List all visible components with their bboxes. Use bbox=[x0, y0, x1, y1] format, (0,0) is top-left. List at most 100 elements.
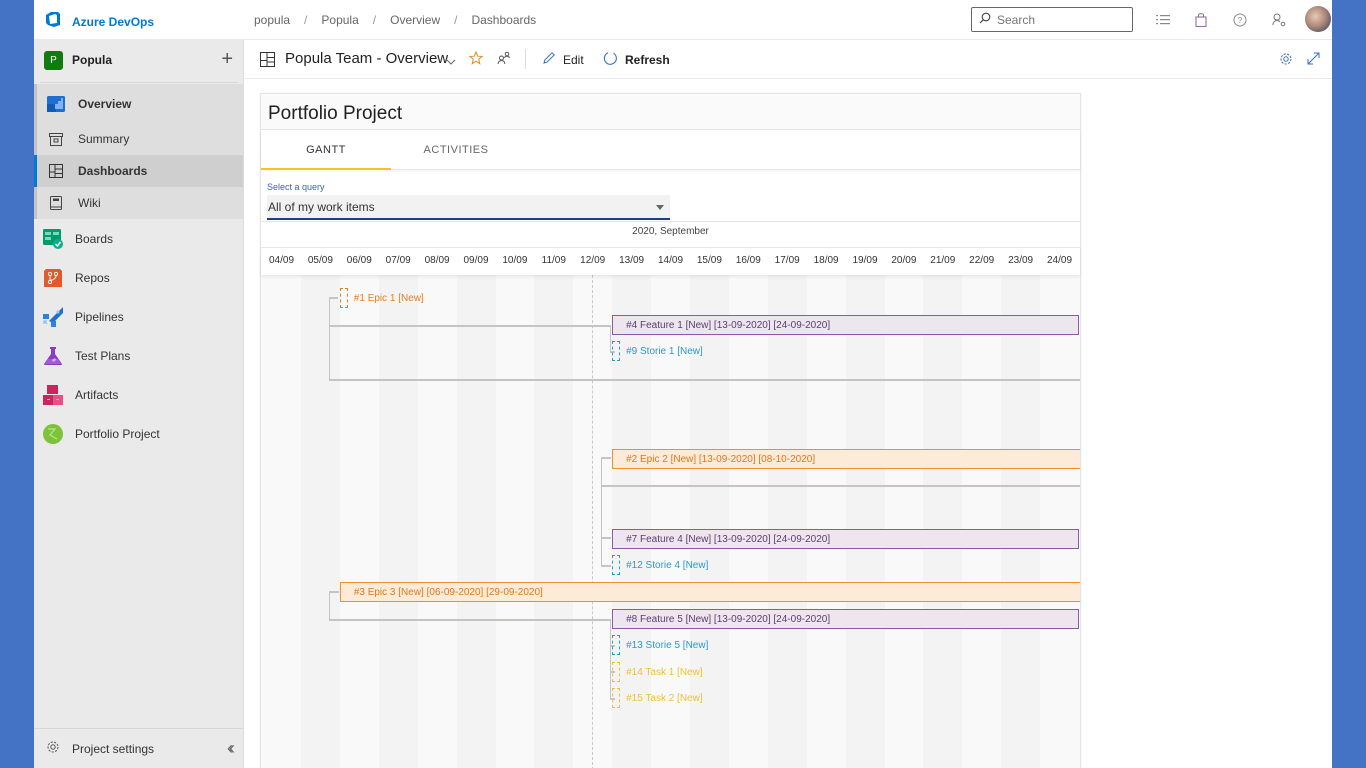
gantt-connector bbox=[601, 537, 611, 539]
tab-activities[interactable]: ACTIVITIES bbox=[391, 130, 521, 169]
dashboard-title[interactable]: Popula Team - Overview bbox=[285, 50, 448, 67]
gear-icon bbox=[46, 740, 60, 757]
gantt-day-label: 14/09 bbox=[657, 255, 684, 266]
search-input[interactable] bbox=[997, 12, 1117, 27]
search-icon bbox=[979, 11, 991, 29]
breadcrumb-separator: / bbox=[454, 13, 458, 27]
gantt-day-label: 19/09 bbox=[852, 255, 878, 266]
gantt-milestone-marker bbox=[339, 288, 348, 308]
gantt-milestone-story[interactable]: #13 Storie 5 [New] bbox=[612, 635, 708, 655]
gantt-day-stripe bbox=[456, 275, 496, 768]
gantt-connector bbox=[329, 297, 330, 381]
gantt-day-label: 18/09 bbox=[813, 255, 839, 266]
sidebar-item-test-plans[interactable]: Test Plans bbox=[34, 336, 243, 375]
gantt-connector bbox=[329, 591, 339, 593]
gantt-day-label: 23/09 bbox=[1008, 255, 1034, 266]
gantt-connector bbox=[329, 379, 1080, 381]
favorite-star-icon[interactable] bbox=[468, 50, 484, 70]
breadcrumb-item-dashboards[interactable]: Dashboards bbox=[471, 13, 536, 27]
user-avatar[interactable] bbox=[1305, 6, 1331, 32]
edit-button[interactable]: Edit bbox=[542, 51, 584, 68]
gantt-milestone-story[interactable]: #12 Storie 4 [New] bbox=[612, 555, 708, 575]
gantt-bar-feature[interactable]: #4 Feature 1 [New] [13-09-2020] [24-09-2… bbox=[612, 315, 1079, 335]
dropdown-caret-icon bbox=[656, 205, 664, 210]
gantt-milestone-marker bbox=[612, 555, 621, 575]
gantt-day-label: 13/09 bbox=[619, 255, 645, 266]
gantt-chart: 2020, September 04/09 05/09 06/09 07/09 08/0… bbox=[261, 222, 1080, 768]
project-header[interactable]: P Popula + bbox=[34, 40, 243, 80]
gantt-day-stripe bbox=[378, 275, 418, 768]
team-members-icon[interactable] bbox=[497, 51, 511, 70]
gantt-milestone-epic[interactable]: #1 Epic 1 [New] bbox=[339, 288, 424, 308]
project-settings-button[interactable]: Project settings ‹‹ bbox=[34, 728, 243, 768]
gantt-connector bbox=[329, 591, 330, 621]
sidebar-item-repos[interactable]: Repos bbox=[34, 258, 243, 297]
chevron-down-icon[interactable] bbox=[446, 53, 456, 71]
gantt-day-label: 20/09 bbox=[891, 255, 917, 266]
gantt-day-stripe bbox=[1001, 275, 1041, 768]
gantt-day-label: 06/09 bbox=[346, 255, 372, 266]
gantt-day-label: 16/09 bbox=[735, 255, 761, 266]
sidebar-item-summary[interactable]: Summary bbox=[37, 123, 243, 155]
gantt-milestone-task[interactable]: #14 Task 1 [New] bbox=[612, 662, 703, 682]
sidebar-item-dashboards[interactable]: Dashboards bbox=[34, 155, 243, 187]
divider bbox=[40, 82, 238, 83]
search-box[interactable] bbox=[971, 7, 1133, 32]
pipelines-icon bbox=[43, 306, 63, 327]
refresh-button[interactable]: Refresh bbox=[603, 51, 670, 69]
help-icon[interactable]: ? bbox=[1231, 11, 1249, 29]
gantt-milestone-marker bbox=[612, 341, 621, 361]
gantt-milestone-task[interactable]: #15 Task 2 [New] bbox=[612, 688, 703, 708]
gantt-bar-epic[interactable]: #3 Epic 3 [New] [06-09-2020] [29-09-2020… bbox=[339, 582, 1080, 602]
gantt-day-label: 11/09 bbox=[541, 255, 566, 266]
fullscreen-expand-icon[interactable] bbox=[1307, 52, 1320, 70]
sidebar-item-label: Test Plans bbox=[75, 348, 131, 363]
gantt-item-label: #1 Epic 1 [New] bbox=[353, 292, 424, 304]
gantt-day-header: 04/09 05/09 06/09 07/09 08/09 09/09 10/09 11/09… bbox=[261, 247, 1080, 275]
brand-name: Azure DevOps bbox=[72, 14, 155, 29]
breadcrumb-item-overview[interactable]: Overview bbox=[390, 13, 440, 27]
gantt-item-label: #9 Storie 1 [New] bbox=[626, 345, 703, 357]
gantt-bar-epic[interactable]: #2 Epic 2 [New] [13-09-2020] [08-10-2020… bbox=[612, 449, 1080, 469]
brand-link[interactable]: Azure DevOps bbox=[44, 10, 154, 33]
overview-group: Overview Summary Dashboards Wiki bbox=[34, 84, 243, 219]
breadcrumb-item-org[interactable]: popula bbox=[254, 13, 290, 27]
sidebar-item-boards[interactable]: Boards bbox=[34, 219, 243, 258]
add-icon[interactable]: + bbox=[221, 48, 233, 71]
gantt-milestone-story[interactable]: #9 Storie 1 [New] bbox=[612, 341, 703, 361]
repos-icon bbox=[43, 268, 63, 288]
sidebar-item-pipelines[interactable]: Pipelines bbox=[34, 297, 243, 336]
sidebar-item-label: Pipelines bbox=[75, 309, 124, 324]
gantt-day-stripe bbox=[534, 275, 574, 768]
overview-icon bbox=[46, 94, 66, 114]
breadcrumb: popula / Popula / Overview / Dashboards bbox=[254, 13, 536, 27]
gantt-day-stripe bbox=[845, 275, 885, 768]
sidebar-item-overview[interactable]: Overview bbox=[37, 84, 243, 123]
gantt-day-label: 05/09 bbox=[307, 255, 333, 266]
collapse-sidebar-icon[interactable]: ‹‹ bbox=[227, 738, 235, 759]
toolbar-divider bbox=[525, 49, 526, 69]
gantt-bar-feature[interactable]: #8 Feature 5 [New] [13-09-2020] [24-09-2… bbox=[612, 609, 1079, 629]
sidebar-item-artifacts[interactable]: Artifacts bbox=[34, 375, 243, 414]
dashboard-settings-gear-icon[interactable] bbox=[1279, 52, 1293, 71]
sidebar: P Popula + Overview Summary Dashboards W… bbox=[34, 40, 244, 768]
gantt-item-label: #14 Task 1 [New] bbox=[626, 666, 703, 678]
gantt-bar-feature[interactable]: #7 Feature 4 [New] [13-09-2020] [24-09-2… bbox=[612, 529, 1079, 549]
sidebar-item-portfolio-project[interactable]: Portfolio Project bbox=[34, 414, 243, 453]
sidebar-item-wiki[interactable]: Wiki bbox=[37, 187, 243, 219]
portfolio-icon bbox=[43, 423, 63, 444]
user-settings-icon[interactable] bbox=[1270, 11, 1288, 29]
gantt-day-label: 17/09 bbox=[774, 255, 800, 266]
gantt-connector bbox=[601, 457, 602, 567]
gantt-connector bbox=[610, 619, 611, 699]
query-select[interactable]: All of my work items bbox=[267, 195, 670, 220]
widget-title: Portfolio Project bbox=[261, 94, 1080, 130]
gantt-connector bbox=[329, 325, 611, 327]
list-icon[interactable] bbox=[1154, 11, 1172, 29]
shopping-bag-icon[interactable] bbox=[1192, 11, 1210, 29]
breadcrumb-item-project[interactable]: Popula bbox=[321, 13, 358, 27]
tab-gantt[interactable]: GANTT bbox=[261, 130, 391, 170]
gantt-day-stripe bbox=[767, 275, 807, 768]
gantt-connector bbox=[601, 457, 611, 459]
gantt-milestone-marker bbox=[612, 688, 621, 708]
